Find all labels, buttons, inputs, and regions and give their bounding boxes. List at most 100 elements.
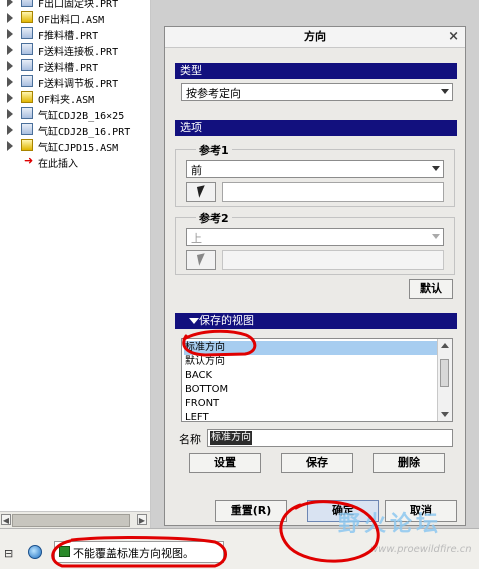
orientation-dialog: 方向 × 类型 按参考定向 选项 参考1 前 参考2 上 默认 保存的视图 标准… — [164, 26, 466, 526]
expand-arrow-icon[interactable] — [7, 13, 13, 23]
tree-item[interactable]: F送料槽.PRT — [0, 58, 150, 74]
watermark-logo: 野火论坛 www.proewildfire.cn — [300, 500, 479, 568]
tree-item-label: OF出料口.ASM — [38, 15, 105, 26]
cylinder-part-icon — [21, 107, 33, 119]
tree-item[interactable]: 气缸CDJ2B_16×25 — [0, 106, 150, 122]
list-item[interactable]: LEFT — [184, 411, 437, 421]
chevron-down-icon — [441, 89, 449, 94]
tree-item-insert-here[interactable]: ➜ 在此插入 — [0, 154, 150, 170]
scroll-down-icon[interactable] — [441, 412, 449, 417]
tree-item[interactable]: 气缸CDJ2B_16.PRT — [0, 122, 150, 138]
part-icon — [21, 0, 33, 7]
delete-button[interactable]: 删除 — [373, 453, 445, 473]
part-icon — [21, 27, 33, 39]
tree-item-label: F送料槽.PRT — [38, 63, 99, 74]
watermark-url: www.proewildfire.cn — [370, 544, 472, 555]
part-icon — [21, 59, 33, 71]
reference2-select-button[interactable] — [186, 250, 216, 270]
watermark-title: 野火论坛 — [338, 512, 443, 537]
tree-item-label: 气缸CDJ2B_16×25 — [38, 111, 125, 122]
insert-here-arrow-icon: ➜ — [24, 154, 34, 167]
saved-views-section-header[interactable]: 保存的视图 — [175, 313, 457, 329]
tree-item[interactable]: F送料调节板.PRT — [0, 74, 150, 90]
expand-arrow-icon[interactable] — [7, 109, 13, 119]
cylinder-part-icon — [21, 123, 33, 135]
section-header-label: 保存的视图 — [199, 314, 254, 327]
reference2-title: 参考2 — [196, 210, 232, 226]
scrollbar-thumb[interactable] — [12, 514, 130, 527]
save-button[interactable]: 保存 — [281, 453, 353, 473]
expand-arrow-icon[interactable] — [7, 29, 13, 39]
reference2-value: 上 — [191, 232, 202, 245]
chevron-down-icon — [432, 234, 440, 239]
list-item[interactable]: BACK — [184, 369, 437, 383]
model-tree: F出口固定块.PRT OF出料口.ASM F推料槽.PRT F送料连接板.PRT… — [0, 0, 151, 528]
scroll-up-icon[interactable] — [441, 343, 449, 348]
scrollbar-thumb[interactable] — [440, 359, 449, 387]
message-area: 不能覆盖标准方向视图。 — [54, 541, 224, 563]
dialog-title-bar: 方向 × — [165, 27, 465, 48]
view-name-value: 标准方向 — [210, 431, 252, 445]
cylinder-assembly-icon — [21, 139, 33, 151]
expand-arrow-icon[interactable] — [7, 77, 13, 87]
reference1-select-button[interactable] — [186, 182, 216, 202]
expand-arrow-icon[interactable] — [7, 61, 13, 71]
list-vertical-scrollbar[interactable] — [437, 339, 452, 421]
section-header-label: 类型 — [180, 64, 202, 77]
default-button[interactable]: 默认 — [409, 279, 453, 299]
expand-arrow-icon[interactable] — [7, 45, 13, 55]
assembly-icon — [21, 11, 33, 23]
tree-item[interactable]: OF料夹.ASM — [0, 90, 150, 106]
tree-item-label: 气缸CDJ2B_16.PRT — [38, 127, 131, 138]
scroll-right-icon[interactable]: ▶ — [137, 514, 147, 525]
assembly-icon — [21, 91, 33, 103]
arrow-cursor-icon — [196, 253, 208, 266]
expand-arrow-icon[interactable] — [7, 125, 13, 135]
reset-button[interactable]: 重置(R) — [215, 500, 287, 522]
arrow-cursor-icon — [196, 185, 208, 198]
reference1-dropdown[interactable]: 前 — [186, 160, 444, 178]
tree-item[interactable]: OF出料口.ASM — [0, 10, 150, 26]
tree-item[interactable]: F推料槽.PRT — [0, 26, 150, 42]
name-label: 名称 — [179, 433, 201, 446]
expand-arrow-icon[interactable] — [7, 0, 13, 7]
type-dropdown[interactable]: 按参考定向 — [181, 83, 453, 101]
list-item[interactable]: BOTTOM — [184, 383, 437, 397]
collapse-triangle-icon[interactable] — [189, 318, 199, 324]
reference2-collector-field[interactable] — [222, 250, 444, 270]
set-button[interactable]: 设置 — [189, 453, 261, 473]
list-item[interactable]: 默认方向 — [184, 355, 437, 369]
reference2-dropdown[interactable]: 上 — [186, 228, 444, 246]
tree-item-label: 气缸CJPD15.ASM — [38, 143, 119, 154]
type-section-header: 类型 — [175, 63, 457, 79]
browser-globe-icon[interactable] — [28, 545, 42, 559]
view-name-field[interactable]: 标准方向 — [207, 429, 453, 447]
reference1-group: 参考1 前 — [175, 142, 455, 207]
tree-item-label: OF料夹.ASM — [38, 95, 95, 106]
tree-item-label: F推料槽.PRT — [38, 31, 99, 42]
tree-item[interactable]: F出口固定块.PRT — [0, 0, 150, 10]
tree-horizontal-scrollbar[interactable]: ◀ ▶ — [0, 511, 150, 528]
model-tree-toggle-icon[interactable]: ⊟ — [4, 547, 13, 560]
tree-item[interactable]: 气缸CJPD15.ASM — [0, 138, 150, 154]
reference1-collector-field[interactable] — [222, 182, 444, 202]
scroll-left-icon[interactable]: ◀ — [1, 514, 11, 525]
reference1-value: 前 — [191, 164, 202, 177]
reference1-title: 参考1 — [196, 142, 232, 158]
tree-item-label: F送料调节板.PRT — [38, 79, 119, 90]
close-icon[interactable]: × — [448, 27, 459, 47]
options-section-header: 选项 — [175, 120, 457, 136]
warning-message-icon — [59, 546, 70, 557]
saved-views-list[interactable]: 标准方向 默认方向 BACK BOTTOM FRONT LEFT — [181, 338, 453, 422]
status-message: 不能覆盖标准方向视图。 — [73, 547, 194, 560]
tree-item-label: F出口固定块.PRT — [38, 0, 119, 10]
tree-item-label: 在此插入 — [38, 159, 78, 170]
part-icon — [21, 75, 33, 87]
expand-arrow-icon[interactable] — [7, 93, 13, 103]
list-item[interactable]: 标准方向 — [184, 341, 437, 355]
reference2-group: 参考2 上 — [175, 210, 455, 275]
tree-item[interactable]: F送料连接板.PRT — [0, 42, 150, 58]
expand-arrow-icon[interactable] — [7, 141, 13, 151]
list-item[interactable]: FRONT — [184, 397, 437, 411]
type-dropdown-value: 按参考定向 — [186, 87, 241, 100]
